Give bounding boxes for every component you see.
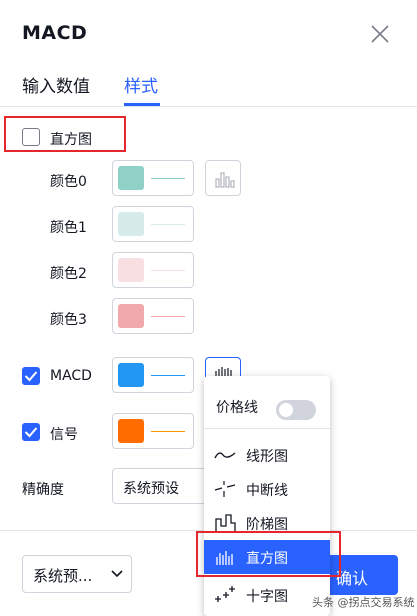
precision-label: 精确度 (22, 482, 64, 498)
confirm-button[interactable]: 确认 (318, 555, 398, 595)
dropdown-item-line[interactable]: 线形图 (204, 438, 330, 472)
precision-select[interactable]: 系统预设 (112, 468, 212, 504)
close-icon[interactable] (368, 22, 392, 46)
checkmark-icon (24, 427, 38, 438)
color1-label: 颜色1 (50, 220, 87, 236)
signal-color-button[interactable] (112, 413, 194, 449)
broken-line-icon (214, 481, 236, 497)
color3-label: 颜色3 (50, 312, 87, 328)
defaults-select-value: 系统预... (33, 567, 93, 585)
macd-settings-dialog: MACD 输入数值 样式 直方图 颜色0 颜色1 颜色2 颜色3 MACD 信号… (0, 0, 417, 616)
color1-button[interactable] (112, 206, 194, 242)
color2-line (151, 270, 185, 271)
chevron-down-icon (111, 570, 123, 578)
checkmark-icon (24, 371, 38, 382)
color2-button[interactable] (112, 252, 194, 288)
price-line-toggle[interactable] (276, 400, 316, 420)
step-chart-icon (215, 514, 236, 532)
macd-line (151, 375, 185, 376)
dropdown-item-step[interactable]: 阶梯图 (204, 506, 330, 540)
cross-chart-icon (215, 586, 235, 602)
tab-style[interactable]: 样式 (124, 72, 158, 97)
confirm-label: 确认 (336, 569, 369, 588)
tab-bar: 输入数值 样式 (0, 60, 417, 107)
precision-value: 系统预设 (123, 481, 179, 497)
macd-checkbox[interactable] (22, 367, 40, 385)
dropdown-item-label: 直方图 (246, 551, 288, 567)
price-line-row[interactable]: 价格线 (204, 386, 330, 426)
signal-checkbox[interactable] (22, 423, 40, 441)
color3-button[interactable] (112, 298, 194, 334)
signal-swatch (118, 419, 144, 443)
active-tab-indicator (124, 103, 160, 106)
dialog-title: MACD (22, 22, 88, 44)
tab-inputs[interactable]: 输入数值 (22, 72, 90, 97)
plot-style-dropdown: 价格线 线形图 中断线 阶梯图 直方图 十字图 (204, 376, 330, 616)
color2-label: 颜色2 (50, 266, 87, 282)
dropdown-item-histogram[interactable]: 直方图 (204, 540, 330, 574)
histogram-checkbox[interactable] (22, 128, 40, 146)
histogram-style-button[interactable] (205, 160, 241, 196)
signal-line (151, 431, 185, 432)
dropdown-item-label: 中断线 (246, 483, 288, 499)
color0-swatch (118, 166, 144, 190)
macd-color-button[interactable] (112, 357, 194, 393)
price-line-label: 价格线 (216, 400, 258, 416)
dropdown-divider (204, 428, 330, 429)
watermark: 头条 @拐点交易系统 (312, 596, 415, 609)
color3-line (151, 316, 185, 317)
toggle-knob (279, 403, 293, 417)
color0-button[interactable] (112, 160, 194, 196)
histogram-label: 直方图 (50, 132, 92, 148)
defaults-select[interactable]: 系统预... (22, 555, 132, 593)
histogram-icon (215, 172, 235, 188)
histogram-icon (216, 551, 233, 565)
color0-line (151, 178, 185, 179)
dropdown-item-label: 十字图 (246, 589, 288, 605)
color1-swatch (118, 212, 144, 236)
dropdown-item-label: 阶梯图 (246, 517, 288, 533)
color2-swatch (118, 258, 144, 282)
macd-label: MACD (50, 368, 92, 384)
signal-label: 信号 (50, 427, 78, 443)
dropdown-item-label: 线形图 (246, 449, 288, 465)
color3-swatch (118, 304, 144, 328)
line-chart-icon (214, 452, 236, 459)
dropdown-item-broken-line[interactable]: 中断线 (204, 472, 330, 506)
color0-label: 颜色0 (50, 174, 87, 190)
macd-swatch (118, 363, 144, 387)
color1-line (151, 224, 185, 225)
